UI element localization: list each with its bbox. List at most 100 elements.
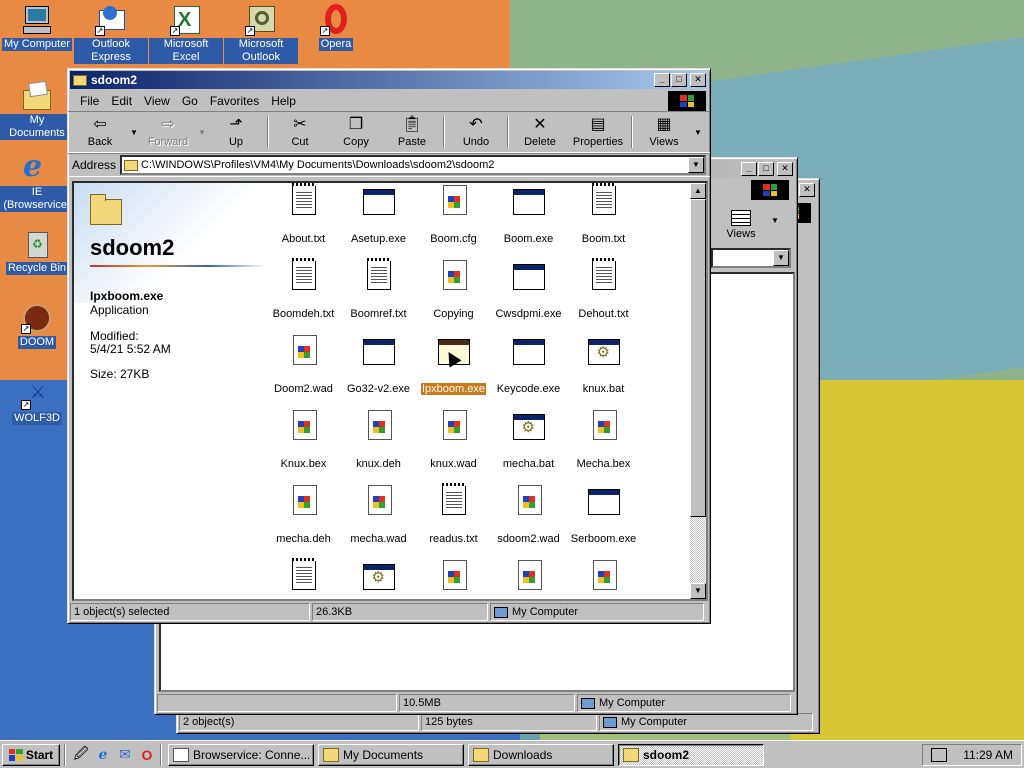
menu-favorites[interactable]: Favorites xyxy=(204,94,265,108)
maximize-button[interactable]: □ xyxy=(758,162,774,176)
file-item[interactable]: Serboom.exe xyxy=(566,485,641,545)
desktop-icon-recycle-bin[interactable]: ♻ Recycle Bin xyxy=(0,228,74,275)
close-button[interactable]: ✕ xyxy=(799,183,815,197)
desktop-icon-my-computer[interactable]: My Computer xyxy=(0,4,74,51)
scissors-icon: ✂ xyxy=(293,116,307,133)
delete-button[interactable]: ✕ Delete xyxy=(512,114,568,150)
file-item[interactable]: mecha.deh xyxy=(266,485,341,545)
desktop-icon-ie[interactable]: e IE (Browservice) xyxy=(0,152,74,212)
file-item[interactable]: sdoom2.wad xyxy=(491,485,566,545)
up-button[interactable]: ⬏ Up xyxy=(208,114,264,150)
minimize-button[interactable]: _ xyxy=(654,73,670,87)
file-item[interactable] xyxy=(266,558,341,599)
file-name: Cwsdpmi.exe xyxy=(495,308,562,320)
desktop-icon-doom[interactable]: ↗ DOOM xyxy=(0,302,74,349)
back-button[interactable]: ⇦ Back xyxy=(72,114,128,150)
file-item[interactable]: Asetup.exe xyxy=(341,185,416,245)
file-item[interactable]: Boom.exe xyxy=(491,185,566,245)
chevron-down-icon[interactable]: ▼ xyxy=(773,250,789,266)
menu-file[interactable]: File xyxy=(74,94,105,108)
scroll-up-button[interactable]: ▲ xyxy=(690,183,706,199)
address-field[interactable]: ▼ xyxy=(711,248,791,268)
file-item[interactable]: About.txt xyxy=(266,183,341,245)
show-desktop-icon[interactable]: 🖉︎ xyxy=(70,744,92,766)
menu-edit[interactable]: Edit xyxy=(105,94,138,108)
file-item[interactable]: Cwsdpmi.exe xyxy=(491,260,566,320)
file-item[interactable]: mecha.wad xyxy=(341,485,416,545)
desktop-icon-my-documents[interactable]: My Documents xyxy=(0,80,74,140)
maximize-button[interactable]: □ xyxy=(671,73,687,87)
file-item[interactable]: knux.bat xyxy=(566,335,641,395)
title-bar[interactable]: sdoom2 _ □ ✕ xyxy=(70,71,708,89)
file-item[interactable]: Mecha.bex xyxy=(566,410,641,470)
start-button[interactable]: Start xyxy=(2,743,60,766)
copy-button[interactable]: ❐ Copy xyxy=(328,114,384,150)
clock[interactable]: 11:29 AM xyxy=(963,748,1013,762)
properties-button[interactable]: ▤ Properties xyxy=(568,114,628,150)
file-item[interactable]: Boomdeh.txt xyxy=(266,258,341,320)
generic-file-icon xyxy=(363,410,395,442)
views-button[interactable]: Views xyxy=(711,210,771,240)
file-item[interactable] xyxy=(491,560,566,599)
close-button[interactable]: ✕ xyxy=(777,162,793,176)
views-dropdown-icon[interactable]: ▼ xyxy=(771,216,779,225)
opera-icon[interactable]: O xyxy=(136,744,158,766)
file-item[interactable]: Boom.cfg xyxy=(416,185,491,245)
cut-button[interactable]: ✂ Cut xyxy=(272,114,328,150)
status-bar: 2 object(s) 125 bytes My Computer xyxy=(179,713,819,733)
file-item[interactable] xyxy=(416,560,491,599)
file-name: Ipxboom.exe xyxy=(421,383,486,395)
file-name: mecha.bat xyxy=(502,458,555,470)
file-item[interactable]: Dehout.txt xyxy=(566,258,641,320)
undo-button[interactable]: ↶ Undo xyxy=(448,114,504,150)
back-dropdown-icon[interactable]: ▼ xyxy=(128,114,140,150)
menu-view[interactable]: View xyxy=(138,94,176,108)
menu-go[interactable]: Go xyxy=(176,94,204,108)
file-view[interactable]: sdoom2 Ipxboom.exe Application Modified:… xyxy=(72,181,708,601)
menu-help[interactable]: Help xyxy=(265,94,302,108)
views-dropdown-icon[interactable]: ▼ xyxy=(692,114,704,150)
file-name: readus.txt xyxy=(429,533,478,545)
file-item[interactable]: knux.deh xyxy=(341,410,416,470)
views-button[interactable]: ▦ Views xyxy=(636,114,692,150)
task-button-downloads[interactable]: Downloads xyxy=(468,743,614,766)
address-input[interactable]: C:\WINDOWS\Profiles\VM4\My Documents\Dow… xyxy=(138,159,688,171)
paste-button[interactable]: 📋︎ Paste xyxy=(384,114,440,150)
file-item[interactable]: readus.txt xyxy=(416,483,491,545)
desktop-icon-outlook-express[interactable]: ↗ Outlook Express xyxy=(74,4,148,64)
file-item[interactable] xyxy=(566,560,641,599)
address-field[interactable]: C:\WINDOWS\Profiles\VM4\My Documents\Dow… xyxy=(120,155,706,175)
forward-button[interactable]: ⇨ Forward xyxy=(140,114,196,150)
folder-icon xyxy=(90,194,122,225)
file-item[interactable]: Knux.bex xyxy=(266,410,341,470)
file-item[interactable] xyxy=(341,560,416,599)
close-button[interactable]: ✕ xyxy=(690,73,706,87)
scroll-down-button[interactable]: ▼ xyxy=(690,583,706,599)
file-item[interactable]: mecha.bat xyxy=(491,410,566,470)
file-name: Boom.exe xyxy=(503,233,554,245)
desktop-icon-excel[interactable]: X ↗ Microsoft Excel xyxy=(149,4,223,64)
task-button-browservice[interactable]: Browservice: Conne... xyxy=(168,743,314,766)
file-item[interactable]: Keycode.exe xyxy=(491,335,566,395)
file-item[interactable]: Copying xyxy=(416,260,491,320)
task-button-sdoom2[interactable]: sdoom2 xyxy=(618,743,764,766)
forward-dropdown-icon[interactable]: ▼ xyxy=(196,114,208,150)
scroll-thumb[interactable] xyxy=(690,199,706,517)
desktop-icon-wolf3d[interactable]: ⚔ ↗ WOLF3D xyxy=(0,378,74,425)
file-item[interactable]: Doom2.wad xyxy=(266,335,341,395)
vertical-scrollbar[interactable]: ▲ ▼ xyxy=(690,183,706,599)
minimize-button[interactable]: _ xyxy=(741,162,757,176)
file-item[interactable]: Boom.txt xyxy=(566,183,641,245)
desktop-icon-outlook[interactable]: ↗ Microsoft Outlook xyxy=(224,4,298,64)
file-item[interactable]: Boomref.txt xyxy=(341,258,416,320)
chevron-down-icon[interactable]: ▼ xyxy=(688,157,704,173)
file-item[interactable]: Go32-v2.exe xyxy=(341,335,416,395)
file-item[interactable]: knux.wad xyxy=(416,410,491,470)
status-size: 26.3KB xyxy=(312,603,488,621)
desktop-icon-opera[interactable]: ↗ Opera xyxy=(299,4,373,51)
outlook-icon[interactable]: ✉ xyxy=(114,744,136,766)
explorer-window[interactable]: sdoom2 _ □ ✕ File Edit View Go Favorites… xyxy=(67,68,711,624)
scheduler-icon[interactable] xyxy=(931,747,947,762)
ie-icon[interactable]: e xyxy=(92,744,114,766)
task-button-my-documents[interactable]: My Documents xyxy=(318,743,464,766)
